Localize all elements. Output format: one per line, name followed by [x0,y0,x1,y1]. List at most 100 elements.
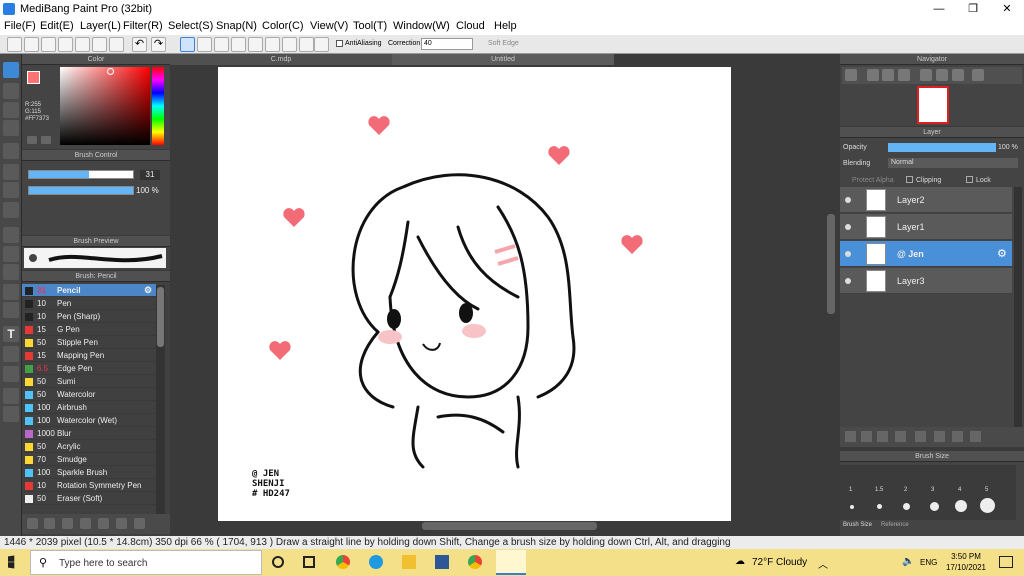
menu-snap[interactable]: Snap(N) [216,20,257,32]
size-dot[interactable] [930,502,939,511]
notification-icon[interactable] [999,556,1013,568]
antialiasing-checkbox[interactable] [336,40,343,47]
brush-item[interactable]: 100 Watercolor (Wet) [22,414,156,427]
import-layer-icon[interactable] [877,431,888,442]
folder-icon[interactable] [44,518,55,529]
dropper-tool-icon[interactable] [3,388,19,404]
clock[interactable]: 3:50 PM 17/10/2021 [944,551,988,573]
drawing-canvas[interactable]: @ JEN SHENJI # HD247 [218,67,731,521]
menu-layer[interactable]: Layer(L) [80,20,121,32]
layer-menu-icon[interactable] [895,431,906,442]
zoom-in-icon[interactable] [845,69,857,81]
visibility-eye-icon[interactable] [845,224,851,230]
close-button[interactable]: ✕ [990,0,1024,18]
text-tool-icon[interactable]: T [3,326,19,342]
rotate-right-icon[interactable] [952,69,964,81]
taskbar-search[interactable]: ⚲ Type here to search [30,550,262,575]
magic-wand-icon[interactable] [3,264,19,280]
tab-c-mdp[interactable]: C.mdp [170,54,392,65]
brush-item[interactable]: 6.5 Edge Pen [22,362,156,375]
visibility-eye-icon[interactable] [845,278,851,284]
layer-opacity-slider[interactable] [888,143,996,152]
size-dot[interactable] [850,505,854,509]
brush-size-grid[interactable]: 1 1.5 2 3 4 5 [840,465,1016,520]
settings-icon[interactable] [314,37,329,52]
color-picker-cursor[interactable] [107,68,114,75]
brush-item[interactable]: 50 Stipple Pen [22,336,156,349]
primary-color-swatch[interactable] [27,71,40,84]
language-indicator[interactable]: ENG [920,558,937,567]
brush-item[interactable]: 10 Pen (Sharp) [22,310,156,323]
comment-icon[interactable] [41,37,56,52]
crisscross-snap-icon[interactable] [214,37,229,52]
fit-icon[interactable] [882,69,894,81]
brush-item[interactable]: 1000 Blur [22,427,156,440]
brush-item[interactable]: 50 Acrylic [22,440,156,453]
brush-item[interactable]: 50 Watercolor [22,388,156,401]
minimize-button[interactable]: — [922,0,956,18]
cortana-icon[interactable] [272,556,284,568]
undo-icon[interactable]: ↶ [132,37,147,52]
delete-brush-icon[interactable] [134,518,145,529]
lock-checkbox[interactable] [966,176,973,183]
hue-slider[interactable] [152,67,164,145]
edge-icon[interactable] [369,555,383,569]
vertical-scrollbar[interactable] [827,214,835,314]
color-gear-icon[interactable] [27,136,37,144]
menu-view[interactable]: View(V) [310,20,348,32]
tab-reference[interactable]: Reference [881,522,909,528]
brush-item-pencil[interactable]: 31 Pencil ⚙ [22,284,156,297]
import-brush-icon[interactable] [80,518,91,529]
protect-alpha-checkbox[interactable]: Protect Alpha [852,177,894,184]
eyedropper-tool-icon[interactable] [3,366,19,382]
layer-scrollbar[interactable] [1014,187,1022,427]
vanishing-snap-icon[interactable] [231,37,246,52]
grid-icon[interactable] [109,37,124,52]
horizontal-scrollbar[interactable] [422,522,597,530]
task-view-icon[interactable] [303,556,315,568]
weather-icon[interactable]: ☁ [735,556,745,567]
saturation-field[interactable] [60,67,150,145]
menu-filter[interactable]: Filter(R) [123,20,163,32]
save-icon[interactable] [75,37,90,52]
select-pen-icon[interactable] [3,284,19,300]
chrome-profile-icon[interactable] [468,555,482,569]
clipping-checkbox[interactable] [906,176,913,183]
curve-snap-icon[interactable] [282,37,297,52]
brush-size-value[interactable]: 31 [140,170,160,180]
chat-icon[interactable] [58,37,73,52]
brush-opacity-slider[interactable] [28,186,134,195]
copy-icon[interactable] [92,37,107,52]
operation-tool-icon[interactable] [3,346,19,362]
new-halftone-layer-icon[interactable] [861,431,872,442]
maximize-button[interactable]: ❐ [956,0,990,18]
windows-start-icon[interactable] [8,555,15,569]
correction-select[interactable]: 40 [421,38,473,50]
circle-snap-icon[interactable] [265,37,280,52]
word-icon[interactable] [435,555,449,569]
menu-cloud[interactable]: Cloud [456,20,485,32]
size-dot[interactable] [877,504,882,509]
color-swap-icon[interactable] [41,136,51,144]
graduation-tool-icon[interactable] [3,120,19,136]
bucket-tool-icon[interactable] [3,202,19,218]
tab-brush-size[interactable]: Brush Size [843,522,872,528]
brush-item[interactable]: 50 Sumi [22,375,156,388]
navigator-thumbnail[interactable] [917,86,949,124]
redo-icon[interactable]: ↷ [151,37,166,52]
dot-tool-icon[interactable] [3,102,19,118]
select-eraser-icon[interactable] [3,302,19,318]
layer-folder-icon[interactable] [915,431,926,442]
hand-tool-icon[interactable] [3,406,19,422]
menu-tool[interactable]: Tool(T) [353,20,387,32]
menu-window[interactable]: Window(W) [393,20,450,32]
brush-item[interactable]: 10 Rotation Symmetry Pen [22,479,156,492]
reset-view-icon[interactable] [972,69,984,81]
visibility-eye-icon[interactable] [845,251,851,257]
snap-off-icon[interactable] [180,37,195,52]
size-dot[interactable] [980,498,995,513]
brush-item[interactable]: 100 Sparkle Brush [22,466,156,479]
duplicate-brush-icon[interactable] [116,518,127,529]
chrome-icon[interactable] [336,555,350,569]
blending-select[interactable]: Normal [888,158,1018,168]
